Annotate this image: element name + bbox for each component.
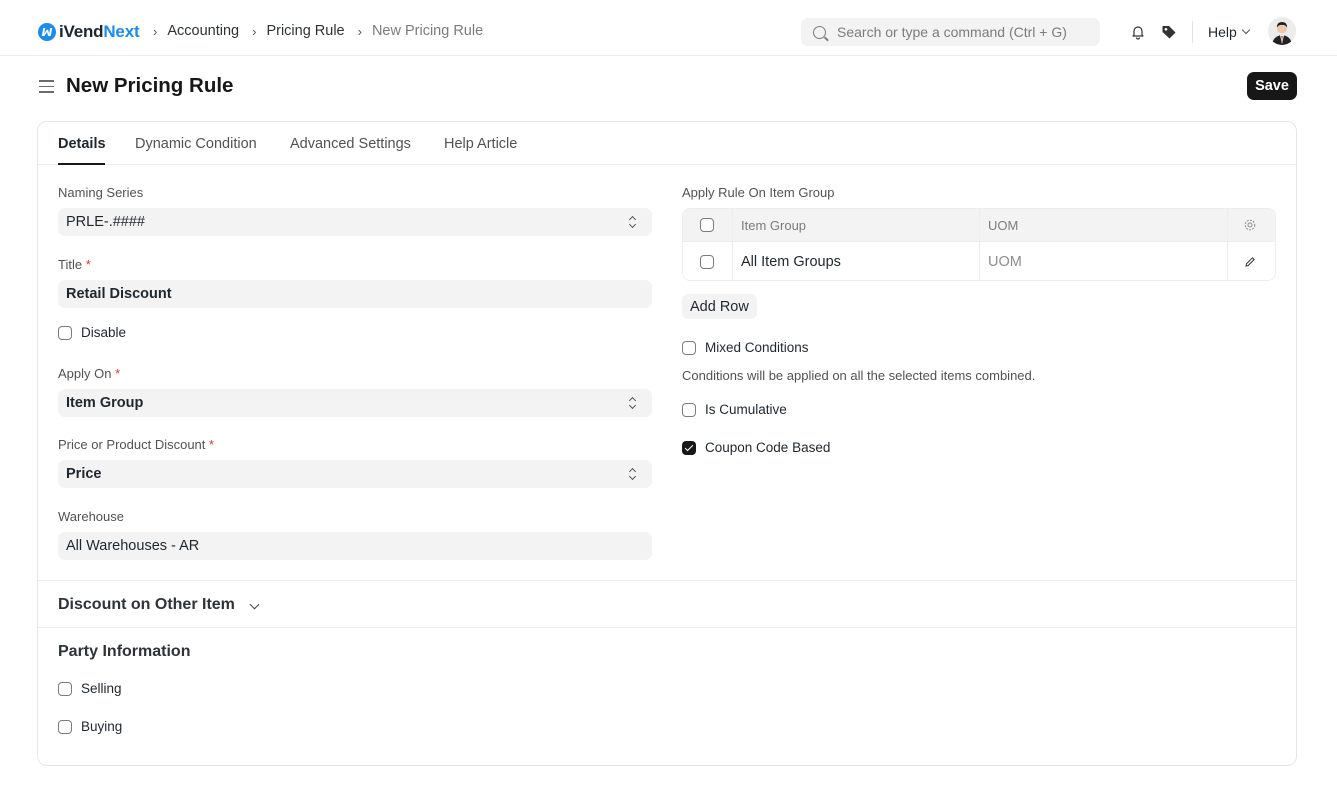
warehouse-value: All Warehouses - AR <box>66 538 200 554</box>
save-button[interactable]: Save <box>1247 72 1297 100</box>
gear-icon[interactable] <box>1243 218 1257 232</box>
coupon-code-based-label: Coupon Code Based <box>705 440 831 455</box>
table-header: Item Group UOM <box>683 209 1275 242</box>
tab-help-article[interactable]: Help Article <box>444 136 517 152</box>
chevron-down-icon <box>1241 25 1251 35</box>
search-icon <box>813 25 826 39</box>
tab-advanced-settings[interactable]: Advanced Settings <box>290 136 411 152</box>
column-item-group: Item Group <box>741 217 807 233</box>
warehouse-label: Warehouse <box>58 509 124 524</box>
item-group-table: Item Group UOM All Item Groups UOM <box>682 208 1276 281</box>
is-cumulative-label: Is Cumulative <box>705 402 787 417</box>
chevron-right-icon: › <box>357 23 362 39</box>
mixed-conditions-description: Conditions will be applied on all the se… <box>682 368 1036 383</box>
disable-label: Disable <box>81 325 127 340</box>
price-or-product-select[interactable]: Price <box>58 460 652 488</box>
help-label: Help <box>1208 24 1237 40</box>
checkbox-unchecked[interactable] <box>682 402 696 417</box>
navbar: ꟽ iVendNext › Accounting › Pricing Rule … <box>0 0 1337 56</box>
mixed-conditions-checkbox[interactable]: Mixed Conditions <box>682 340 809 355</box>
edit-pencil-icon[interactable] <box>1244 256 1256 268</box>
apply-rule-on-item-group-label: Apply Rule On Item Group <box>682 185 835 200</box>
warehouse-input[interactable]: All Warehouses - AR <box>58 532 652 560</box>
checkbox-unchecked[interactable] <box>682 340 696 355</box>
buying-label: Buying <box>81 719 123 734</box>
title-input[interactable]: Retail Discount <box>58 280 652 308</box>
tag-icon[interactable] <box>1161 24 1177 40</box>
page-title: New Pricing Rule <box>66 74 234 97</box>
breadcrumb-pricing-rule[interactable]: Pricing Rule <box>266 23 344 39</box>
table-row[interactable]: All Item Groups UOM <box>683 242 1275 280</box>
select-all-checkbox[interactable] <box>700 218 714 232</box>
bell-icon[interactable] <box>1130 24 1146 40</box>
cell-uom[interactable]: UOM <box>988 254 1022 270</box>
section-divider <box>38 627 1296 628</box>
coupon-code-based-checkbox[interactable]: Coupon Code Based <box>682 440 830 455</box>
form-card: Details Dynamic Condition Advanced Setti… <box>37 121 1297 766</box>
disable-checkbox[interactable]: Disable <box>58 325 126 340</box>
add-row-button[interactable]: Add Row <box>682 294 757 319</box>
party-information-heading: Party Information <box>58 643 191 660</box>
tab-dynamic-condition[interactable]: Dynamic Condition <box>135 136 257 152</box>
is-cumulative-checkbox[interactable]: Is Cumulative <box>682 402 787 417</box>
apply-on-select[interactable]: Item Group <box>58 389 652 417</box>
section-divider <box>38 580 1296 581</box>
form-tabs: Details Dynamic Condition Advanced Setti… <box>38 122 1296 165</box>
checkbox-unchecked[interactable] <box>58 719 72 734</box>
app-logo[interactable]: ꟽ iVendNext <box>38 22 140 42</box>
title-value: Retail Discount <box>66 286 172 302</box>
breadcrumb-accounting[interactable]: Accounting <box>167 23 239 39</box>
select-arrows-icon <box>629 397 636 409</box>
chevron-down-icon[interactable] <box>249 599 260 610</box>
navbar-divider <box>1192 21 1193 43</box>
buying-checkbox[interactable]: Buying <box>58 719 122 734</box>
apply-on-label: Apply On * <box>58 366 121 381</box>
required-mark: * <box>115 366 121 381</box>
checkbox-unchecked[interactable] <box>58 681 72 696</box>
tab-details[interactable]: Details <box>58 136 106 152</box>
chevron-right-icon: › <box>153 23 158 39</box>
search-input[interactable]: Search or type a command (Ctrl + G) <box>801 18 1100 46</box>
avatar[interactable] <box>1268 17 1296 45</box>
selling-checkbox[interactable]: Selling <box>58 681 122 696</box>
price-or-product-label: Price or Product Discount * <box>58 437 215 452</box>
brand-prefix: iVend <box>59 22 104 41</box>
ivend-logo-icon: ꟽ <box>38 23 56 41</box>
brand-suffix: Next <box>103 22 140 41</box>
chevron-right-icon: › <box>252 23 257 39</box>
checkbox-unchecked[interactable] <box>58 325 72 340</box>
breadcrumb-current: New Pricing Rule <box>371 23 484 39</box>
discount-on-other-item-section[interactable]: Discount on Other Item <box>58 596 235 614</box>
help-dropdown[interactable]: Help <box>1208 24 1251 40</box>
cell-item-group[interactable]: All Item Groups <box>741 254 841 270</box>
price-or-product-value: Price <box>66 466 102 482</box>
naming-series-value: PRLE-.#### <box>66 214 145 230</box>
mixed-conditions-label: Mixed Conditions <box>705 340 809 355</box>
title-label: Title * <box>58 257 91 272</box>
breadcrumb: › Accounting › Pricing Rule › New Pricin… <box>150 23 493 39</box>
apply-on-value: Item Group <box>66 395 144 411</box>
select-arrows-icon <box>629 216 636 228</box>
sidebar-toggle[interactable] <box>39 80 54 93</box>
required-mark: * <box>209 437 215 452</box>
select-arrows-icon <box>629 468 636 480</box>
row-checkbox[interactable] <box>700 254 714 269</box>
column-uom: UOM <box>988 217 1019 233</box>
checkbox-checked[interactable] <box>682 440 696 455</box>
naming-series-select[interactable]: PRLE-.#### <box>58 208 652 236</box>
menu-icon <box>39 80 54 82</box>
required-mark: * <box>85 257 91 272</box>
selling-label: Selling <box>81 681 122 696</box>
naming-series-label: Naming Series <box>58 185 144 200</box>
search-placeholder: Search or type a command (Ctrl + G) <box>837 24 1067 40</box>
active-tab-indicator <box>58 163 105 165</box>
